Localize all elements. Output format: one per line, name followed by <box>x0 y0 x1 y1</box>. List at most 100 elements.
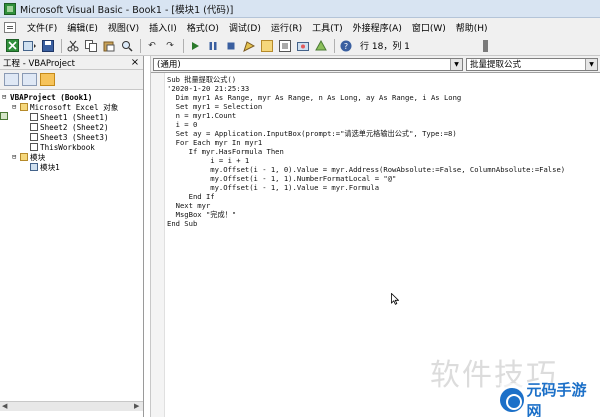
chevron-down-icon[interactable]: ▼ <box>450 58 462 70</box>
chevron-down-icon[interactable]: ▼ <box>585 58 597 70</box>
menu-help[interactable]: 帮助(H) <box>451 21 493 34</box>
watermark-logo-text: 元码手游网 <box>526 381 587 417</box>
tree-node[interactable]: Sheet3 (Sheet3) <box>2 132 143 142</box>
code-line[interactable]: Set ay = Application.InputBox(prompt:="请… <box>167 129 565 138</box>
design-mode-icon[interactable] <box>241 38 257 53</box>
menu-tools[interactable]: 工具(T) <box>307 21 348 34</box>
close-icon[interactable]: × <box>129 57 141 68</box>
sheet-icon <box>30 113 38 121</box>
code-line[interactable]: Set myr1 = Selection <box>167 102 565 111</box>
toolbar-separator <box>334 38 335 53</box>
site-logo-icon <box>500 388 524 412</box>
project-tree: ⊟ VBAProject (Book1) ⊟ Microsoft Excel 对象 Sh… <box>0 90 143 172</box>
document-icon[interactable] <box>4 21 16 33</box>
menu-run[interactable]: 运行(R) <box>266 21 307 34</box>
properties-icon[interactable] <box>277 38 293 53</box>
folder-icon <box>20 103 28 111</box>
sheet-icon <box>30 123 38 131</box>
code-line[interactable]: Dim myr1 As Range, myr As Range, n As Lo… <box>167 93 565 102</box>
code-line[interactable]: my.Offset(i - 1, 0).Value = myr.Address(… <box>167 165 565 174</box>
tree-toggle-icon[interactable]: ⊟ <box>2 93 9 101</box>
view-code-icon[interactable] <box>4 73 19 86</box>
code-line[interactable]: i = 0 <box>167 120 565 129</box>
code-line[interactable]: End If <box>167 192 565 201</box>
project-icon <box>0 112 8 120</box>
save-icon[interactable] <box>40 38 56 53</box>
menu-edit[interactable]: 编辑(E) <box>62 21 103 34</box>
code-line[interactable]: MsgBox "完成！" <box>167 210 565 219</box>
copy-icon[interactable] <box>83 38 99 53</box>
toolbar-overflow-handle[interactable] <box>483 40 488 52</box>
code-line[interactable]: For Each myr In myr1 <box>167 138 565 147</box>
tree-node[interactable]: ⊟ Microsoft Excel 对象 <box>2 102 143 112</box>
code-line[interactable]: '2020-1-20 21:25:33 <box>167 84 565 93</box>
redo-icon[interactable]: ↷ <box>162 38 178 53</box>
tree-node[interactable]: Sheet1 (Sheet1) <box>2 112 143 122</box>
scroll-left-icon[interactable]: ◀ <box>2 402 7 410</box>
cursor-position: 行 18，列 1 <box>360 42 410 52</box>
window-title: Microsoft Visual Basic - Book1 - [模块1 (代… <box>20 4 234 16</box>
menu-file[interactable]: 文件(F) <box>22 21 62 34</box>
project-panel-toolbar <box>0 70 143 90</box>
toggle-folders-icon[interactable] <box>40 73 55 86</box>
menu-bar: 文件(F) 编辑(E) 视图(V) 插入(I) 格式(O) 调试(D) 运行(R… <box>0 18 600 36</box>
code-text[interactable]: Sub 批量提取公式() '2020-1-20 21:25:33 Dim myr1… <box>167 75 565 228</box>
menu-insert[interactable]: 插入(I) <box>144 21 182 34</box>
paste-icon[interactable] <box>101 38 117 53</box>
project-panel-title: 工程 - VBAProject <box>3 58 76 69</box>
code-line[interactable]: Next myr <box>167 201 565 210</box>
tree-toggle-icon[interactable]: ⊟ <box>12 153 19 161</box>
menu-view[interactable]: 视图(V) <box>103 21 144 34</box>
object-combo[interactable]: (通用) ▼ <box>153 57 463 71</box>
code-line[interactable]: n = myr1.Count <box>167 111 565 120</box>
tree-node-label: VBAProject (Book1) <box>10 92 93 102</box>
mouse-pointer-icon <box>391 293 399 305</box>
object-combo-value: (通用) <box>157 60 181 70</box>
find-icon[interactable] <box>119 38 135 53</box>
menu-window[interactable]: 窗口(W) <box>407 21 451 34</box>
tree-node[interactable]: Sheet2 (Sheet2) <box>2 122 143 132</box>
break-icon[interactable] <box>205 38 221 53</box>
insert-module-icon[interactable] <box>22 38 38 53</box>
view-object-icon[interactable] <box>22 73 37 86</box>
procedure-combo[interactable]: 批量提取公式 ▼ <box>466 57 598 71</box>
tree-node[interactable]: ThisWorkbook <box>2 142 143 152</box>
menu-format[interactable]: 格式(O) <box>182 21 224 34</box>
excel-icon[interactable] <box>4 38 20 53</box>
code-line[interactable]: my.Offset(i - 1, 1).NumberFormatLocal = … <box>167 174 565 183</box>
project-explorer-icon[interactable] <box>259 38 275 53</box>
help-icon[interactable]: ? <box>338 38 354 53</box>
folder-icon <box>20 153 28 161</box>
reset-icon[interactable] <box>223 38 239 53</box>
code-line[interactable]: my.Offset(i - 1, 1).Value = myr.Formula <box>167 183 565 192</box>
tree-toggle-icon[interactable]: ⊟ <box>12 103 19 111</box>
code-line[interactable]: Sub 批量提取公式() <box>167 75 565 84</box>
project-explorer-panel: 工程 - VBAProject × ⊟ VBAProject (Book1) ⊟ Mi… <box>0 56 144 417</box>
menu-addins[interactable]: 外接程序(A) <box>348 21 407 34</box>
menu-debug[interactable]: 调试(D) <box>224 21 266 34</box>
svg-text:?: ? <box>344 42 348 51</box>
undo-icon[interactable]: ↶ <box>144 38 160 53</box>
sheet-icon <box>30 133 38 141</box>
cut-icon[interactable] <box>65 38 81 53</box>
procedure-combo-value: 批量提取公式 <box>470 60 522 70</box>
code-line[interactable]: End Sub <box>167 219 565 228</box>
scroll-right-icon[interactable]: ▶ <box>134 402 139 410</box>
code-line[interactable]: i = i + 1 <box>167 156 565 165</box>
tree-node[interactable]: 模块1 <box>2 162 143 172</box>
run-icon[interactable] <box>187 38 203 53</box>
toolbar-separator <box>61 38 62 53</box>
toolbar-separator <box>140 38 141 53</box>
code-combos: (通用) ▼ 批量提取公式 ▼ <box>151 56 600 72</box>
code-line[interactable]: If myr.HasFormula Then <box>167 147 565 156</box>
toolbox-icon[interactable] <box>313 38 329 53</box>
tree-node[interactable]: ⊟ 模块 <box>2 152 143 162</box>
tree-node[interactable]: ⊟ VBAProject (Book1) <box>0 92 143 120</box>
tree-node-label: Sheet2 (Sheet2) <box>40 122 109 132</box>
object-browser-icon[interactable] <box>295 38 311 53</box>
horizontal-scrollbar[interactable] <box>0 401 143 411</box>
tree-node-label: Sheet1 (Sheet1) <box>40 112 109 122</box>
code-margin-indicator-bar[interactable] <box>151 73 165 417</box>
sheet-icon <box>30 143 38 151</box>
tree-node-label: Microsoft Excel 对象 <box>30 102 119 112</box>
